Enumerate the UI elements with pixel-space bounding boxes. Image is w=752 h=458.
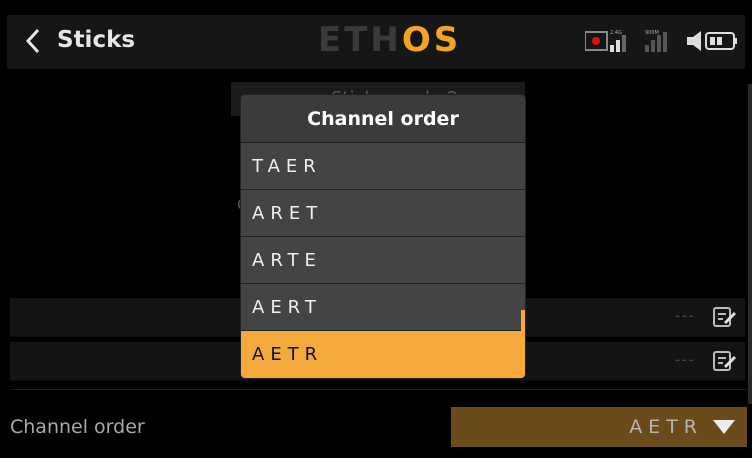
channel-order-row: Channel order AETR: [0, 404, 752, 454]
channel-order-select[interactable]: AETR: [451, 407, 747, 447]
dropdown-arrow-icon: [713, 420, 735, 434]
channel-order-label: Channel order: [10, 416, 145, 438]
edit-icon[interactable]: [711, 348, 737, 374]
edit-icon[interactable]: [711, 304, 737, 330]
divider: [10, 389, 748, 390]
modal-scrollbar[interactable]: [521, 310, 525, 332]
option-taer[interactable]: TAER: [241, 143, 525, 190]
channel-order-value: AETR: [629, 416, 703, 438]
modal-title: Channel order: [241, 95, 525, 143]
row-value: ---: [674, 306, 695, 325]
option-arte[interactable]: ARTE: [241, 237, 525, 284]
option-aert[interactable]: AERT: [241, 284, 525, 331]
option-aetr[interactable]: AETR: [241, 331, 525, 378]
channel-order-modal: Channel order TAER ARET ARTE AERT AETR: [241, 95, 525, 378]
page-scrollbar[interactable]: [748, 84, 752, 404]
option-aret[interactable]: ARET: [241, 190, 525, 237]
row-value: ---: [674, 350, 695, 369]
